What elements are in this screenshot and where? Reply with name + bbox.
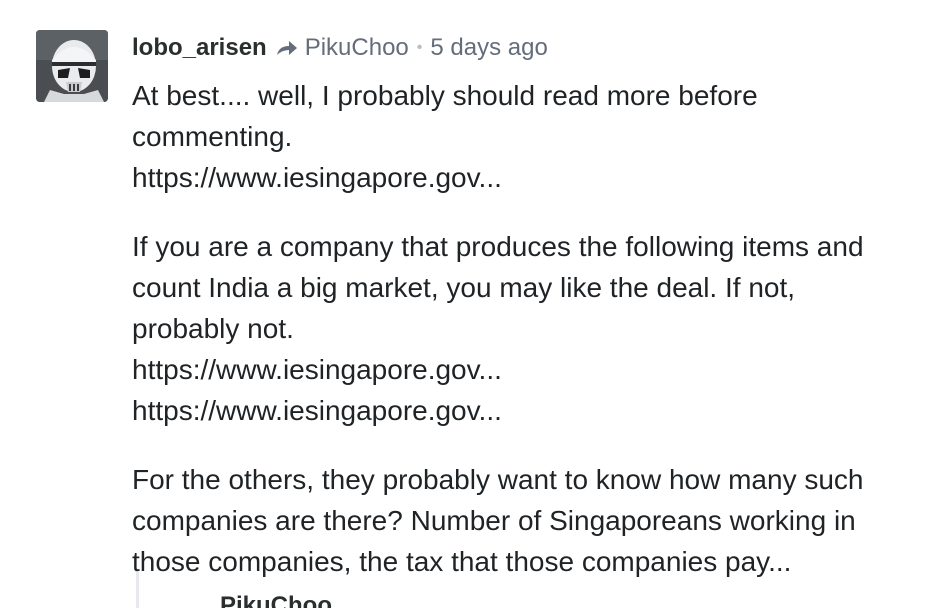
- timestamp-link[interactable]: 5 days ago: [430, 28, 547, 68]
- meta-separator: •: [416, 39, 423, 56]
- paragraph: At best.... well, I probably should read…: [132, 75, 936, 198]
- comment-meta: lobo_arisen PikuChoo • 5 days ago: [132, 28, 936, 68]
- text-line: For the others, they probably want to kn…: [132, 464, 864, 495]
- avatar[interactable]: [36, 30, 108, 102]
- text-line: probably not.: [132, 313, 294, 344]
- truncated-link[interactable]: https://www.iesingapore.gov...: [132, 390, 936, 431]
- text-line: commenting.: [132, 121, 293, 152]
- comment-content: lobo_arisen PikuChoo • 5 days ago At bes…: [132, 28, 936, 608]
- parent-author-link[interactable]: PikuChoo: [305, 28, 409, 68]
- comment-body: At best.... well, I probably should read…: [132, 75, 936, 582]
- truncated-link[interactable]: https://www.iesingapore.gov...: [132, 157, 936, 198]
- truncated-link[interactable]: https://www.iesingapore.gov...: [132, 349, 936, 390]
- text-line: If you are a company that produces the f…: [132, 231, 864, 262]
- author-link[interactable]: lobo_arisen: [132, 28, 267, 68]
- text-line: those companies, the tax that those comp…: [132, 546, 792, 577]
- reply-thread-line: [136, 572, 139, 608]
- reply-arrow-icon: [276, 41, 297, 55]
- text-line: At best.... well, I probably should read…: [132, 80, 758, 111]
- paragraph: If you are a company that produces the f…: [132, 226, 936, 431]
- next-reply-author[interactable]: PikuChoo: [220, 592, 332, 608]
- text-line: companies are there? Number of Singapore…: [132, 505, 856, 536]
- paragraph: For the others, they probably want to kn…: [132, 459, 936, 582]
- comment: lobo_arisen PikuChoo • 5 days ago At bes…: [36, 28, 936, 608]
- stormtrooper-avatar-icon: [36, 30, 108, 102]
- text-line: count India a big market, you may like t…: [132, 272, 796, 303]
